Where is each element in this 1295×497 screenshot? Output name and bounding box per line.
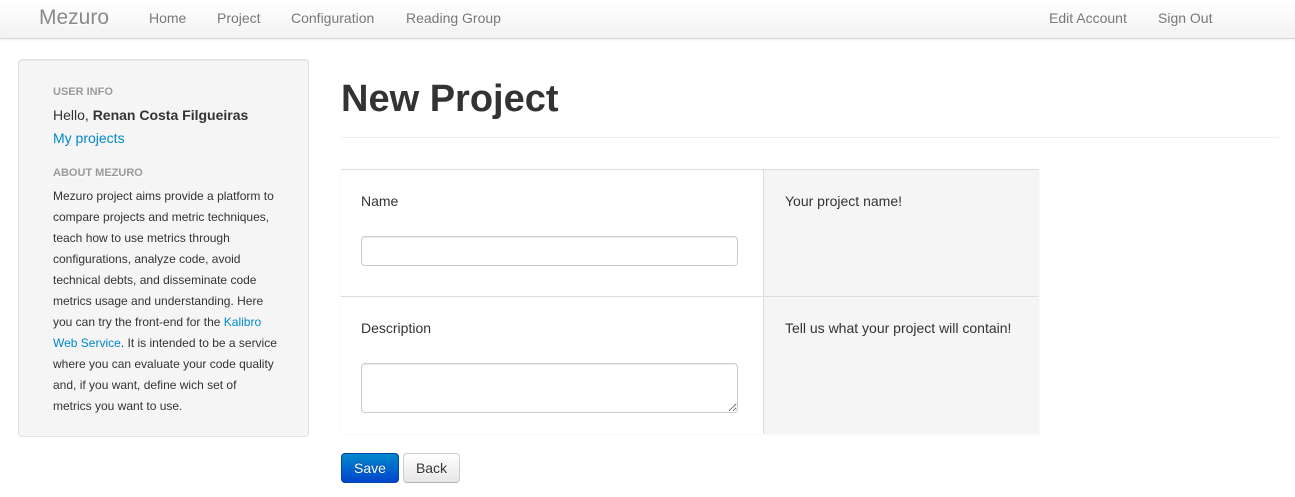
page-title: New Project xyxy=(341,78,559,120)
nav-edit-account[interactable]: Edit Account xyxy=(1049,10,1127,26)
project-form: Name Your project name! Description Tell… xyxy=(341,169,1039,434)
greeting: Hello, Renan Costa Filgueiras xyxy=(53,107,248,123)
description-label: Description xyxy=(361,320,432,336)
user-name: Renan Costa Filgueiras xyxy=(92,107,249,123)
about-header: ABOUT MEZURO xyxy=(53,167,143,179)
description-hint-cell: Tell us what your project will contain! xyxy=(763,297,1039,434)
top-navbar: Mezuro Home Project Configuration Readin… xyxy=(0,0,1295,39)
name-field-cell: Name xyxy=(341,170,763,296)
my-projects-link[interactable]: My projects xyxy=(53,130,125,146)
nav-sign-out[interactable]: Sign Out xyxy=(1158,10,1212,26)
brand-logo[interactable]: Mezuro xyxy=(39,6,109,30)
description-field-cell: Description xyxy=(341,297,763,434)
description-row: Description Tell us what your project wi… xyxy=(341,297,1039,434)
about-text: Mezuro project aims provide a platform t… xyxy=(53,186,278,417)
description-hint: Tell us what your project will contain! xyxy=(785,320,1012,336)
save-button[interactable]: Save xyxy=(341,453,399,483)
back-button[interactable]: Back xyxy=(403,453,460,483)
name-label: Name xyxy=(361,193,399,209)
user-info-header: USER INFO xyxy=(53,86,113,98)
nav-configuration[interactable]: Configuration xyxy=(291,10,374,26)
nav-project[interactable]: Project xyxy=(217,10,261,26)
sidebar: USER INFO Hello, Renan Costa Filgueiras … xyxy=(18,59,309,437)
nav-reading-group[interactable]: Reading Group xyxy=(406,10,501,26)
about-text-part1: Mezuro project aims provide a platform t… xyxy=(53,189,274,329)
greeting-prefix: Hello, xyxy=(53,107,93,123)
nav-home[interactable]: Home xyxy=(149,10,186,26)
name-row: Name Your project name! xyxy=(341,170,1039,297)
description-input[interactable] xyxy=(361,363,738,413)
name-hint: Your project name! xyxy=(785,193,902,209)
name-hint-cell: Your project name! xyxy=(763,170,1039,296)
name-input[interactable] xyxy=(361,236,738,266)
title-divider xyxy=(341,137,1279,138)
